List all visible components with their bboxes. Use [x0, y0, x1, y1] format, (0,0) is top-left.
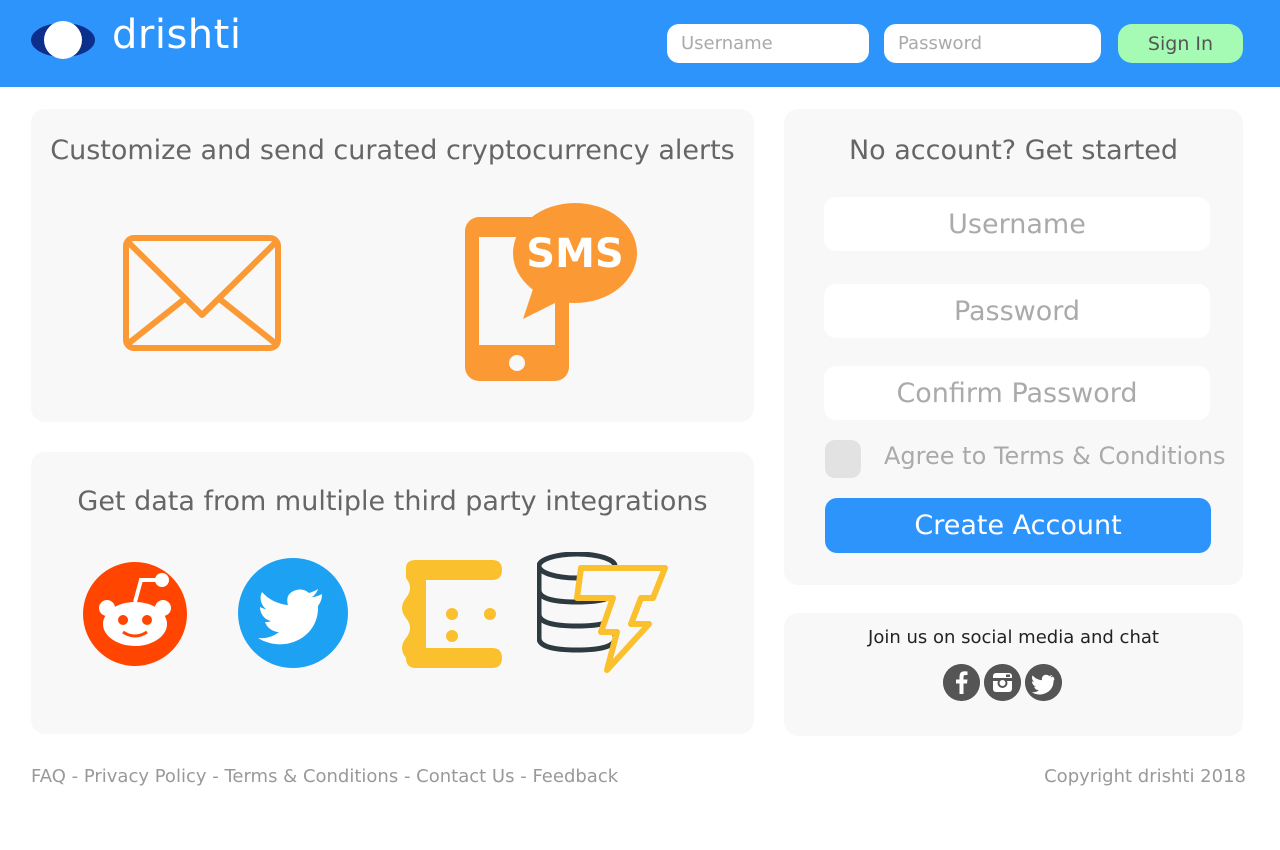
agree-terms-checkbox[interactable]: [825, 440, 861, 478]
confirm-password-input[interactable]: [824, 366, 1210, 420]
copyright-text: Copyright drishti 2018: [1044, 766, 1246, 787]
footer-link-faq[interactable]: FAQ: [31, 766, 66, 787]
footer-link-terms[interactable]: Terms & Conditions: [224, 766, 398, 787]
footer-links: FAQ - Privacy Policy - Terms & Condition…: [31, 766, 618, 787]
integrations-card: Get data from multiple third party integ…: [31, 452, 754, 734]
header-password-input[interactable]: [884, 24, 1101, 63]
signup-card: No account? Get started Agree to Terms &…: [784, 109, 1243, 585]
twitter-icon[interactable]: [1025, 664, 1062, 701]
phone-sms-icon: SMS: [465, 203, 637, 381]
social-card: Join us on social media and chat: [784, 613, 1243, 736]
reddit-icon: [83, 562, 187, 666]
coin-thunder-icon: [537, 552, 668, 673]
agree-terms-label: Agree to Terms & Conditions: [884, 442, 1226, 470]
cryptocompare-icon: [402, 560, 502, 668]
footer-separator: -: [398, 766, 417, 787]
instagram-icon[interactable]: [984, 664, 1021, 701]
footer-separator: -: [65, 766, 84, 787]
footer-separator: -: [206, 766, 225, 787]
top-navbar: drishti Sign In: [0, 0, 1280, 87]
sign-in-button[interactable]: Sign In: [1118, 24, 1243, 63]
facebook-icon[interactable]: [943, 664, 980, 701]
signup-username-input[interactable]: [824, 197, 1210, 251]
create-account-button[interactable]: Create Account: [825, 498, 1211, 553]
sms-text: SMS: [526, 231, 623, 277]
alerts-card: Customize and send curated cryptocurrenc…: [31, 109, 754, 422]
footer-link-feedback[interactable]: Feedback: [532, 766, 618, 787]
integrations-title: Get data from multiple third party integ…: [77, 486, 708, 517]
envelope-icon: [123, 235, 281, 351]
signup-password-input[interactable]: [824, 284, 1210, 338]
twitter-icon: [238, 558, 348, 668]
eye-logo-icon: [31, 21, 95, 59]
brand-name: drishti: [112, 12, 242, 58]
social-title: Join us on social media and chat: [868, 627, 1159, 648]
footer-separator: -: [514, 766, 533, 787]
alerts-title: Customize and send curated cryptocurrenc…: [50, 135, 735, 166]
header-username-input[interactable]: [667, 24, 869, 63]
footer-link-privacy[interactable]: Privacy Policy: [84, 766, 207, 787]
signup-title: No account? Get started: [848, 135, 1179, 166]
footer-link-contact[interactable]: Contact Us: [416, 766, 514, 787]
